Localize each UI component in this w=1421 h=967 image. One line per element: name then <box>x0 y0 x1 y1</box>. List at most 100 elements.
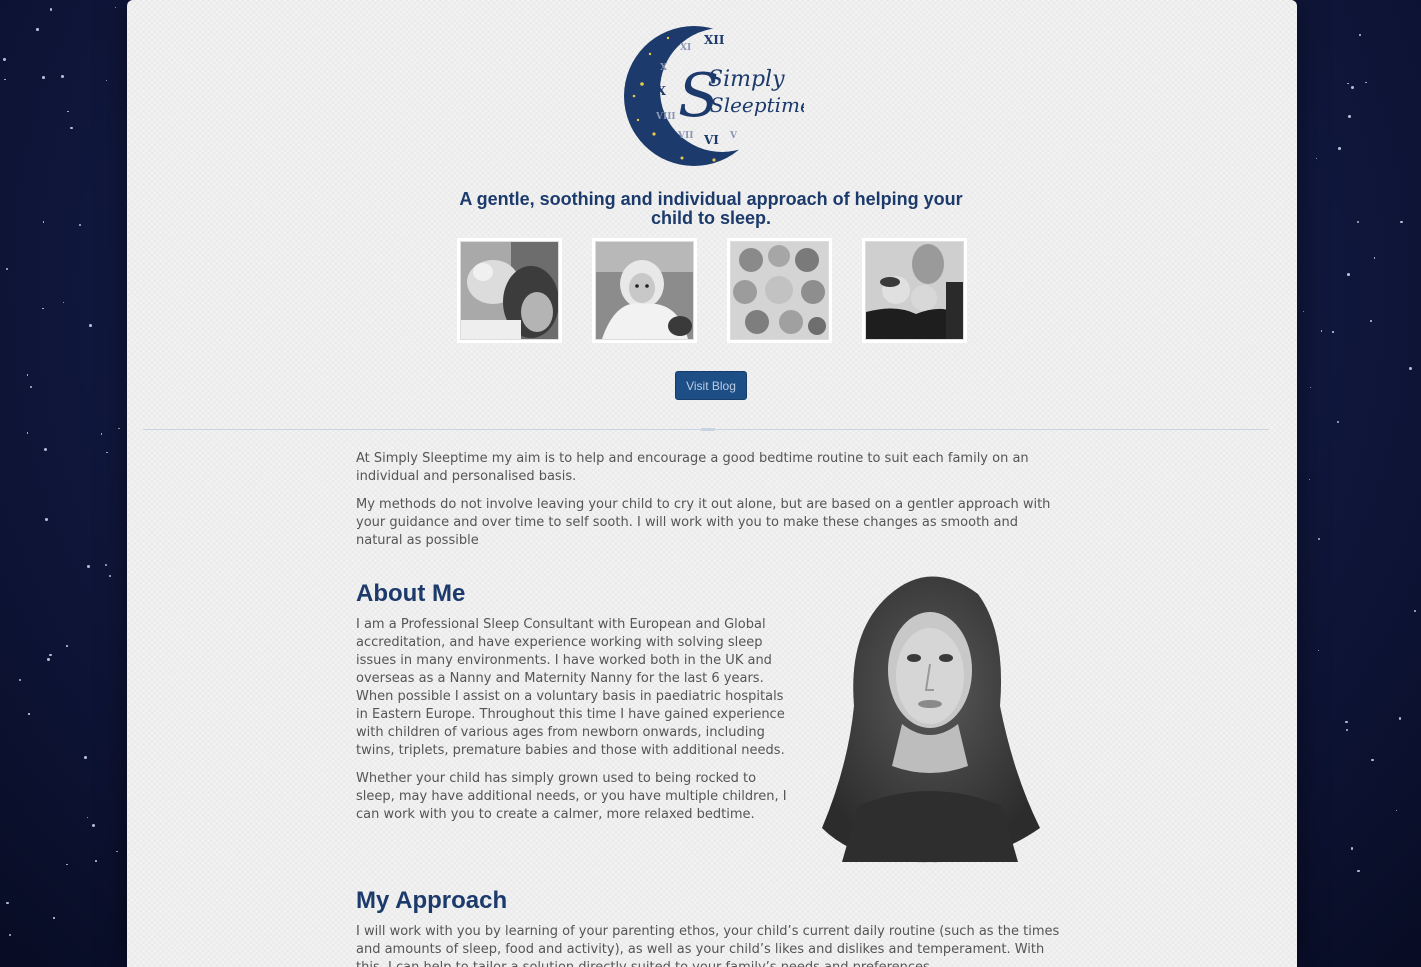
star <box>1395 809 1397 811</box>
star <box>49 8 53 11</box>
numeral-xi: XI <box>680 43 691 53</box>
star <box>4 78 6 80</box>
star <box>1320 330 1323 333</box>
star <box>1348 115 1352 119</box>
tagline: A gentle, soothing and individual approa… <box>459 189 963 228</box>
star <box>100 432 103 435</box>
star <box>45 518 49 522</box>
simply-sleeptime-logo[interactable]: XII XI X IX VIII VII VI V S Simply Sleep… <box>624 24 804 168</box>
star <box>49 653 52 656</box>
star <box>1356 220 1359 223</box>
approach-section: My Approach I will work with you by lear… <box>356 887 1068 967</box>
consultant-portrait <box>822 576 1040 863</box>
star <box>1318 537 1321 540</box>
star <box>116 850 118 853</box>
star <box>47 658 50 661</box>
star <box>28 713 30 715</box>
divider-ornament <box>701 428 715 431</box>
photo-swaddled-baby[interactable] <box>595 241 694 340</box>
star <box>66 864 68 866</box>
star <box>26 374 28 376</box>
star <box>1371 758 1374 761</box>
numeral-x: X <box>660 63 667 73</box>
star <box>1351 847 1354 850</box>
logo-word-simply: Simply <box>708 67 785 92</box>
star <box>6 901 9 905</box>
star <box>95 860 97 862</box>
star <box>84 755 88 759</box>
star <box>88 324 92 328</box>
star <box>87 817 89 819</box>
star <box>1365 81 1367 83</box>
star <box>105 79 107 81</box>
numeral-xii: XII <box>704 33 725 47</box>
approach-paragraph: I will work with you by learning of your… <box>356 924 1060 967</box>
star <box>53 917 55 919</box>
about-section: About Me I am a Professional Sleep Consu… <box>356 576 1068 863</box>
star <box>1347 82 1349 85</box>
numeral-v: V <box>729 131 738 141</box>
star <box>1359 33 1361 36</box>
logo-word-sleeptime: Sleeptime <box>710 93 804 117</box>
star <box>30 385 33 388</box>
star <box>108 575 111 578</box>
about-paragraph: I am a Professional Sleep Consultant wit… <box>356 617 785 758</box>
star <box>3 58 6 61</box>
star <box>1409 367 1412 370</box>
photo-woman-holding-twins[interactable] <box>865 241 964 340</box>
intro-paragraph: At Simply Sleeptime my aim is to help an… <box>356 451 1029 484</box>
page-container: XII XI X IX VIII VII VI V S Simply Sleep… <box>127 0 1297 967</box>
star <box>1350 85 1354 89</box>
star <box>36 28 39 31</box>
star <box>1400 220 1403 224</box>
star <box>26 432 29 434</box>
star <box>114 6 117 9</box>
visit-blog-button[interactable]: Visit Blog <box>675 371 747 400</box>
star <box>1373 257 1376 259</box>
numeral-ix: IX <box>651 84 667 98</box>
photo-group-of-babies[interactable] <box>730 241 829 340</box>
star <box>86 564 90 568</box>
star <box>118 427 120 430</box>
star <box>60 75 64 79</box>
star <box>67 110 69 113</box>
star <box>106 451 108 454</box>
intro-paragraph: My methods do not involve leaving your c… <box>356 497 1051 548</box>
star <box>1413 609 1417 613</box>
star <box>1357 870 1360 873</box>
star <box>104 563 107 566</box>
photo-mother-and-baby[interactable] <box>460 241 559 340</box>
star <box>70 126 73 129</box>
star <box>1315 158 1317 159</box>
star <box>42 308 44 310</box>
star <box>6 268 9 271</box>
star <box>66 644 68 647</box>
numeral-vi: VI <box>703 133 719 147</box>
star <box>42 221 45 223</box>
star <box>1317 649 1320 652</box>
star <box>1337 147 1341 150</box>
about-text: I am a Professional Sleep Consultant wit… <box>356 616 788 824</box>
star <box>18 678 21 682</box>
star <box>63 302 65 304</box>
star <box>1347 273 1350 276</box>
star <box>78 223 82 226</box>
star <box>44 448 48 452</box>
star <box>1370 320 1372 322</box>
star <box>91 824 95 827</box>
star <box>1346 728 1349 731</box>
approach-heading: My Approach <box>356 887 508 914</box>
star <box>1302 310 1305 313</box>
star <box>1332 331 1334 333</box>
star <box>1398 717 1402 720</box>
star <box>9 933 12 936</box>
star <box>1308 478 1311 481</box>
photo-gallery <box>460 241 964 340</box>
numeral-viii: VIII <box>655 112 676 122</box>
star <box>1345 720 1348 724</box>
numeral-vii: VII <box>677 131 693 141</box>
about-paragraph: Whether your child has simply grown used… <box>356 771 787 822</box>
star <box>42 76 45 80</box>
star <box>1309 387 1312 389</box>
star <box>1337 420 1340 423</box>
